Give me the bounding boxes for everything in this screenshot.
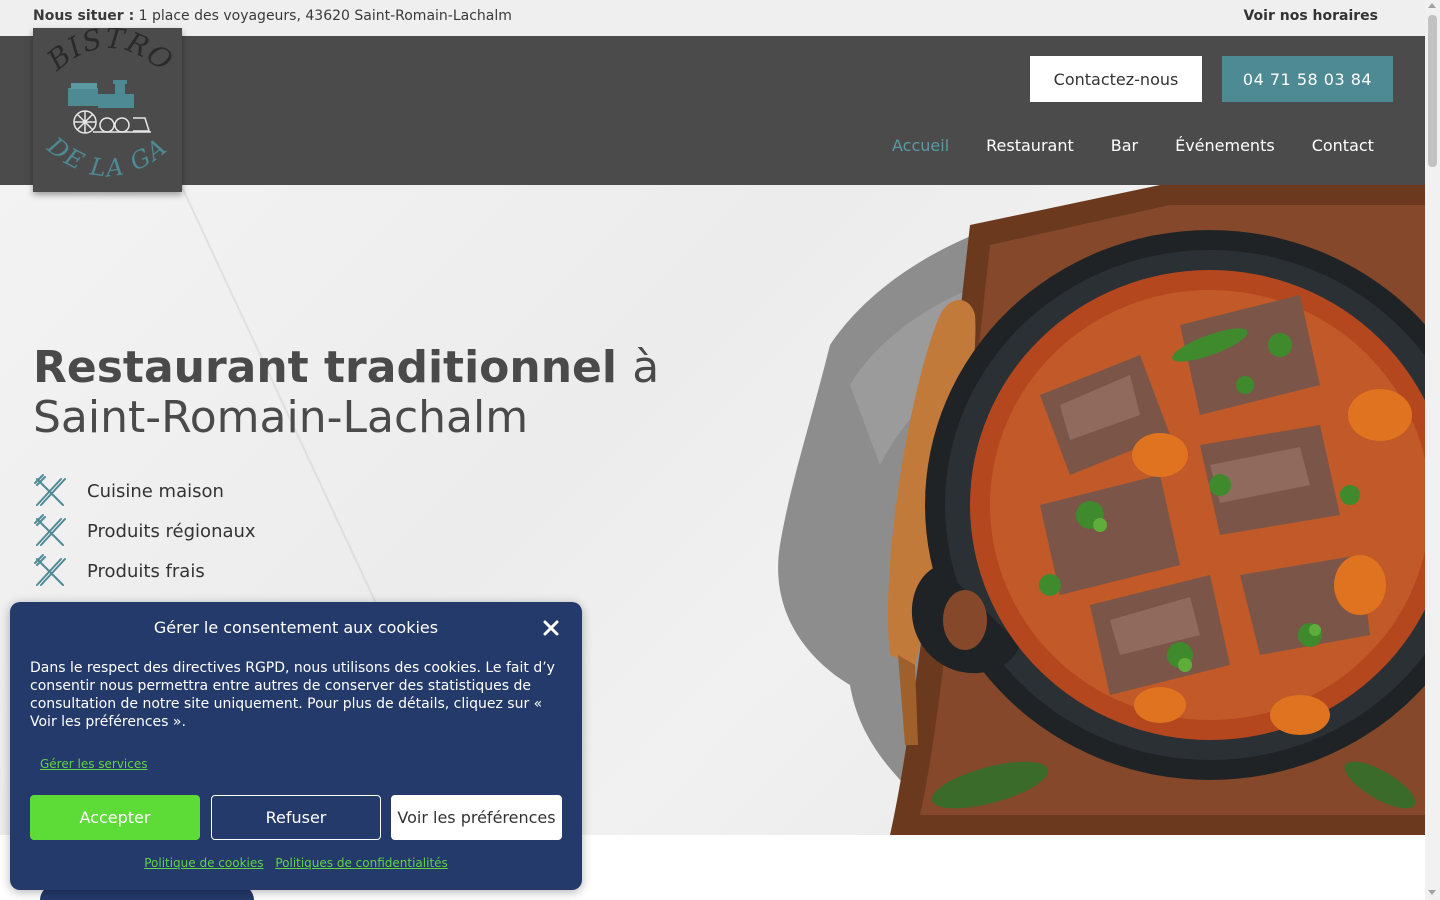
nav-item-restaurant[interactable]: Restaurant: [986, 136, 1074, 155]
privacy-policy-link[interactable]: Politiques de confidentialités: [275, 856, 447, 870]
nav-item-accueil[interactable]: Accueil: [892, 136, 949, 155]
accept-button[interactable]: Accepter: [30, 795, 200, 840]
address-label: Nous situer :: [33, 8, 135, 24]
hours-link[interactable]: Voir nos horaires: [1243, 8, 1378, 24]
cookie-text: Dans le respect des directives RGPD, nou…: [30, 660, 555, 730]
phone-button[interactable]: 04 71 58 03 84: [1222, 56, 1393, 102]
close-icon[interactable]: [542, 619, 560, 637]
manage-services-link[interactable]: Gérer les services: [40, 757, 148, 771]
cookie-consent-modal: Gérer le consentement aux cookies Dans l…: [10, 602, 582, 890]
cutlery-icon: [34, 514, 66, 546]
hero-title-strong: Restaurant traditionnel: [33, 342, 617, 393]
site-logo[interactable]: BISTROT DE LA GARE: [22, 2, 182, 192]
cookie-title: Gérer le consentement aux cookies: [153, 618, 439, 637]
scroll-up-arrow-icon[interactable]: [1428, 3, 1436, 8]
hero-title-town: Saint-Romain-Lachalm: [33, 392, 529, 443]
main-nav: Accueil Restaurant Bar Événements Contac…: [892, 136, 1374, 155]
nav-item-contact[interactable]: Contact: [1312, 136, 1374, 155]
preferences-button[interactable]: Voir les préférences: [391, 795, 562, 840]
hero-title: Restaurant traditionnel à Saint-Romain-L…: [33, 343, 659, 443]
feature-list: Cuisine maison Produits régionaux Produi…: [33, 471, 256, 591]
scroll-thumb[interactable]: [1428, 15, 1437, 167]
list-item: Produits frais: [33, 551, 256, 591]
nav-item-bar[interactable]: Bar: [1111, 136, 1138, 155]
page-scrollbar[interactable]: [1425, 0, 1440, 900]
cookie-policy-links: Politique de cookies Politiques de confi…: [10, 856, 582, 870]
list-item: Cuisine maison: [33, 471, 256, 511]
cookie-policy-link[interactable]: Politique de cookies: [144, 856, 263, 870]
address-line: Nous situer : 1 place des voyageurs, 436…: [33, 8, 512, 24]
feature-label: Produits frais: [87, 560, 205, 582]
refuse-button[interactable]: Refuser: [211, 795, 381, 840]
dish-image: [778, 185, 1425, 835]
top-info-bar: Nous situer : 1 place des voyageurs, 436…: [0, 0, 1425, 36]
site-header: Contactez-nous 04 71 58 03 84 Accueil Re…: [0, 36, 1425, 185]
nav-item-evenements[interactable]: Événements: [1175, 136, 1275, 155]
feature-label: Cuisine maison: [87, 480, 224, 502]
hero-title-connector: à: [632, 342, 660, 393]
contact-button[interactable]: Contactez-nous: [1030, 56, 1202, 102]
address-text: 1 place des voyageurs, 43620 Saint-Romai…: [138, 8, 512, 24]
cutlery-icon: [34, 554, 66, 586]
svg-text:BISTROT: BISTROT: [33, 28, 179, 78]
list-item: Produits régionaux: [33, 511, 256, 551]
feature-label: Produits régionaux: [87, 520, 256, 542]
cutlery-icon: [34, 474, 66, 506]
scroll-down-arrow-icon[interactable]: [1428, 890, 1436, 895]
